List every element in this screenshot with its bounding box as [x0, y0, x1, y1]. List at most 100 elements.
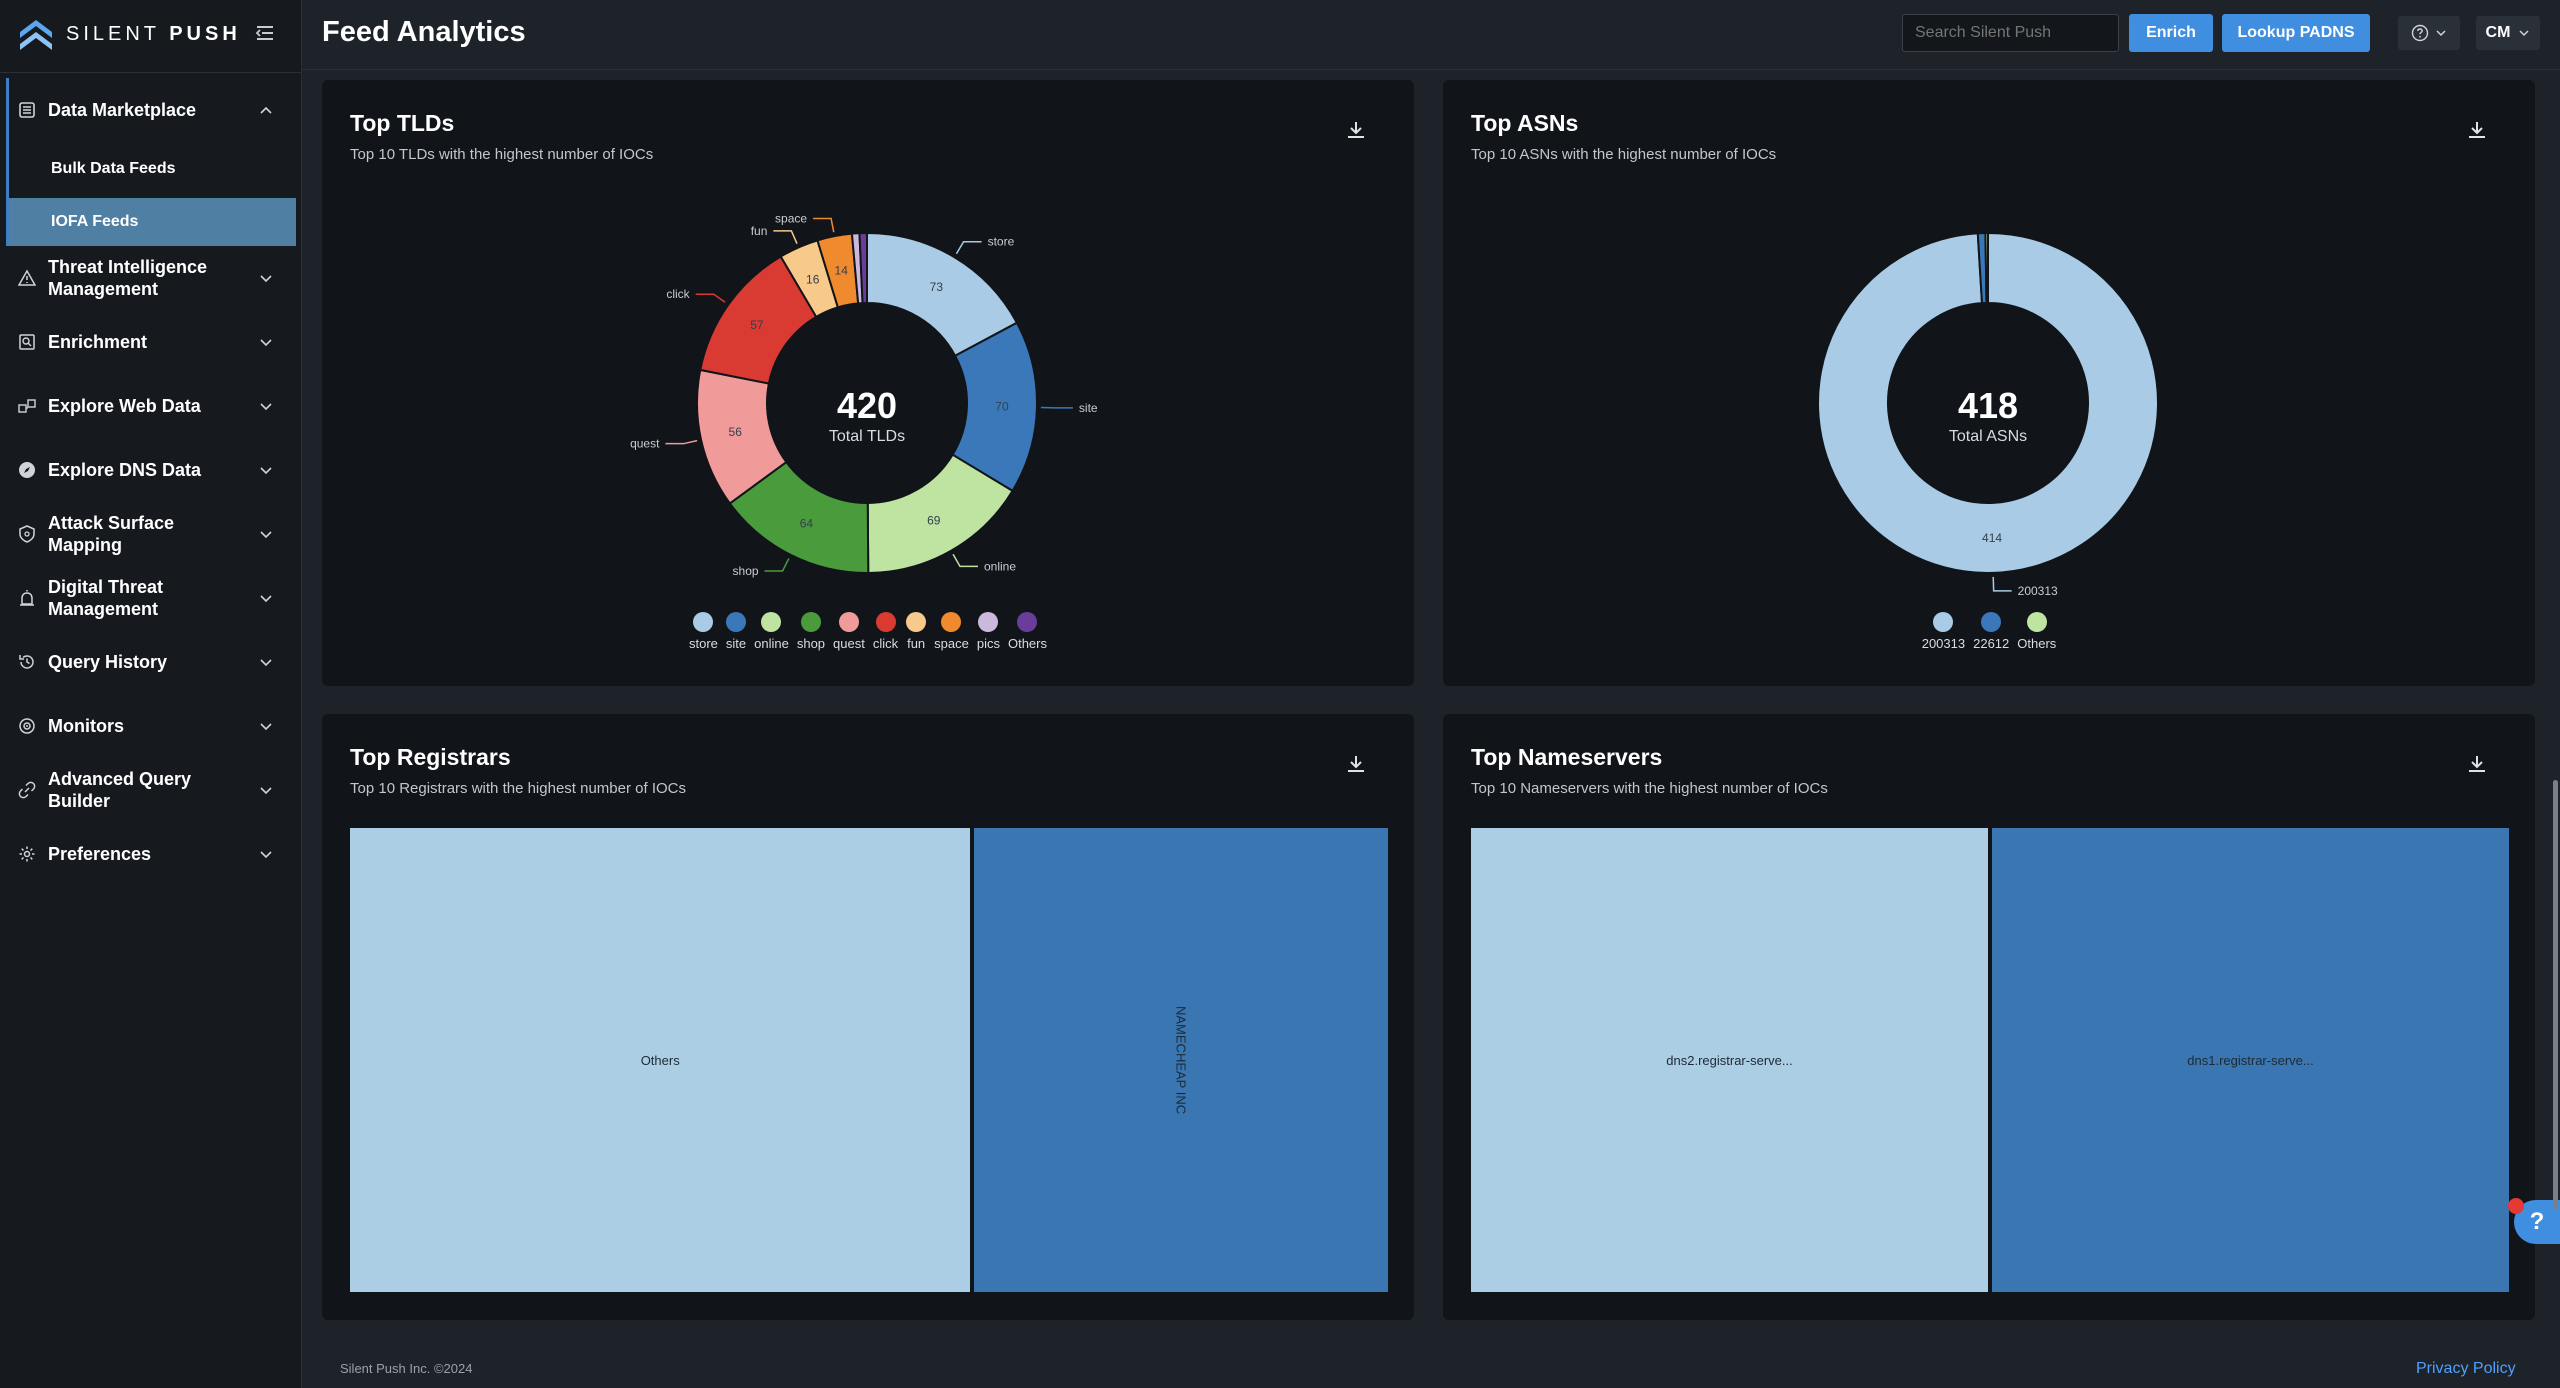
treemap-cell[interactable]: dns2.registrar-serve...: [1471, 828, 1988, 1292]
sidebar-item-label: Digital Threat Management: [48, 577, 164, 619]
legend-item[interactable]: online: [754, 612, 789, 651]
legend-label: shop: [796, 636, 826, 651]
chevron-down-icon: [260, 723, 272, 731]
monitor-icon: [18, 717, 36, 735]
legend-item[interactable]: Others: [2017, 612, 2056, 651]
legend-label: Others: [2017, 636, 2057, 651]
legend-swatch: [761, 612, 782, 632]
page-title: Feed Analytics: [322, 16, 526, 48]
sidebar-divider: [0, 72, 302, 73]
total-tlds-value: 420: [837, 385, 897, 426]
slice-Others[interactable]: [1984, 231, 1989, 305]
legend-item[interactable]: pics: [977, 612, 1000, 651]
user-menu[interactable]: CM: [2476, 16, 2540, 50]
chevron-down-icon: [260, 275, 272, 283]
legend-item[interactable]: site: [726, 612, 746, 651]
chevron-down-icon: [260, 659, 272, 667]
sidebar-item-explore-web-data[interactable]: Explore Web Data: [0, 374, 302, 438]
silent-push-logo[interactable]: SILENT PUSH: [16, 12, 241, 56]
lookup-padns-button[interactable]: Lookup PADNS: [2222, 14, 2370, 52]
top-tlds-legend: store site online shop quest click fun space pic…: [322, 612, 1414, 651]
slice-value-label: 57: [750, 318, 764, 332]
sidebar-item-label: Attack Surface Mapping: [48, 513, 175, 555]
chevron-down-icon: [260, 851, 272, 859]
legend-swatch: [978, 612, 999, 632]
sidebar-item-data-marketplace[interactable]: Data Marketplace: [0, 78, 302, 142]
legend-label: Others: [1007, 636, 1047, 651]
sidebar-item-query-history[interactable]: Query History: [0, 630, 302, 694]
sidebar-item-enrichment[interactable]: Enrichment: [0, 310, 302, 374]
sidebar-item-preferences[interactable]: Preferences: [0, 822, 302, 886]
slice-outer-label: 200313: [2018, 584, 2058, 598]
treemap-cell[interactable]: dns1.registrar-serve...: [1992, 828, 2509, 1292]
legend-item[interactable]: click: [873, 612, 898, 651]
slice-value-label: 64: [800, 517, 814, 531]
top-nameservers-card: Top Nameservers Top 10 Nameservers with …: [1443, 714, 2535, 1320]
treemap-cell[interactable]: Others: [350, 828, 971, 1292]
treemap-cell[interactable]: NAMECHEAP INC: [974, 828, 1388, 1292]
sidebar-item-label: Query History: [48, 652, 168, 672]
legend-item[interactable]: 200313: [1922, 612, 1965, 651]
sidebar-item-monitors[interactable]: Monitors: [0, 694, 302, 758]
legend-swatch: [875, 612, 896, 632]
slice-outer-label: online: [984, 559, 1016, 573]
enrichment-icon: [18, 333, 36, 351]
chevron-down-icon: [260, 595, 272, 603]
top-registrars-treemap: Others NAMECHEAP INC: [350, 828, 1388, 1292]
slice-outer-label: shop: [733, 564, 759, 578]
card-subtitle: Top 10 Nameservers with the highest numb…: [1471, 780, 1828, 797]
slice-outer-label: site: [1079, 401, 1098, 415]
sidebar-item-label: Data Marketplace: [48, 100, 197, 120]
slice-leader-line: [764, 558, 790, 572]
top-tlds-donut-chart: 73 store 70 site 69 online 64 shop 56 quest 57 clic…: [630, 211, 1098, 578]
legend-item[interactable]: shop: [797, 612, 825, 651]
help-menu[interactable]: [2398, 16, 2460, 50]
legend-item[interactable]: quest: [833, 612, 865, 651]
legend-swatch: [1981, 612, 2002, 632]
legend-item[interactable]: fun: [906, 612, 927, 651]
sidebar-item-threat-intelligence-management[interactable]: Threat Intelligence Management: [0, 246, 302, 310]
sidebar-item-iofa-feeds[interactable]: IOFA Feeds: [9, 198, 296, 246]
history-icon: [18, 653, 36, 671]
legend-swatch: [941, 612, 962, 632]
help-circle-icon: [2411, 24, 2429, 42]
slice-value-label: 69: [927, 513, 941, 527]
treemap-cell-label: dns1.registrar-serve...: [2187, 1052, 2314, 1068]
alarm-icon: [18, 589, 36, 607]
download-icon[interactable]: [1344, 752, 1368, 776]
notification-dot: [2508, 1198, 2524, 1214]
chevron-down-icon: [260, 403, 272, 411]
legend-label: 200313: [1921, 636, 1966, 651]
privacy-policy-link[interactable]: Privacy Policy: [2416, 1360, 2516, 1378]
sidebar-item-advanced-query-builder[interactable]: Advanced Query Builder: [0, 758, 302, 822]
legend-item[interactable]: Others: [1008, 612, 1047, 651]
slice-outer-label: click: [666, 287, 690, 301]
treemap-cell-label: Others: [640, 1052, 680, 1068]
sidebar-item-bulk-data-feeds[interactable]: Bulk Data Feeds: [9, 142, 296, 196]
legend-label: 22612: [1973, 636, 2010, 651]
legend-label: store: [689, 636, 718, 651]
top-asns-card: Top ASNs Top 10 ASNs with the highest nu…: [1443, 80, 2535, 686]
legend-item[interactable]: 22612: [1973, 612, 2009, 651]
sidebar-item-label: Monitors: [48, 716, 124, 736]
legend-item[interactable]: store: [689, 612, 718, 651]
scrollbar[interactable]: [2553, 780, 2558, 1210]
sidebar-item-attack-surface-mapping[interactable]: Attack Surface Mapping: [0, 502, 302, 566]
enrich-button[interactable]: Enrich: [2129, 14, 2213, 52]
legend-swatch: [800, 612, 821, 632]
sidebar-item-explore-dns-data[interactable]: Explore DNS Data: [0, 438, 302, 502]
collapse-sidebar-icon[interactable]: [254, 22, 276, 44]
slice-value-label: 70: [995, 399, 1009, 413]
chevron-down-icon: [2436, 30, 2446, 37]
sidebar-item-digital-threat-management[interactable]: Digital Threat Management: [0, 566, 302, 630]
top-nameservers-treemap: dns2.registrar-serve... dns1.registrar-se…: [1471, 828, 2509, 1292]
legend-item[interactable]: space: [934, 612, 969, 651]
top-asns-donut-chart: 414 200313 418 Total ASNs: [1817, 231, 2159, 598]
legend-swatch: [906, 612, 927, 632]
legend-swatch: [693, 612, 714, 632]
download-icon[interactable]: [2465, 752, 2489, 776]
footer-copyright: Silent Push Inc. ©2024: [340, 1361, 473, 1376]
logo-text: SILENT PUSH: [66, 22, 241, 45]
search-input[interactable]: [1902, 14, 2119, 52]
link-icon: [18, 781, 36, 799]
